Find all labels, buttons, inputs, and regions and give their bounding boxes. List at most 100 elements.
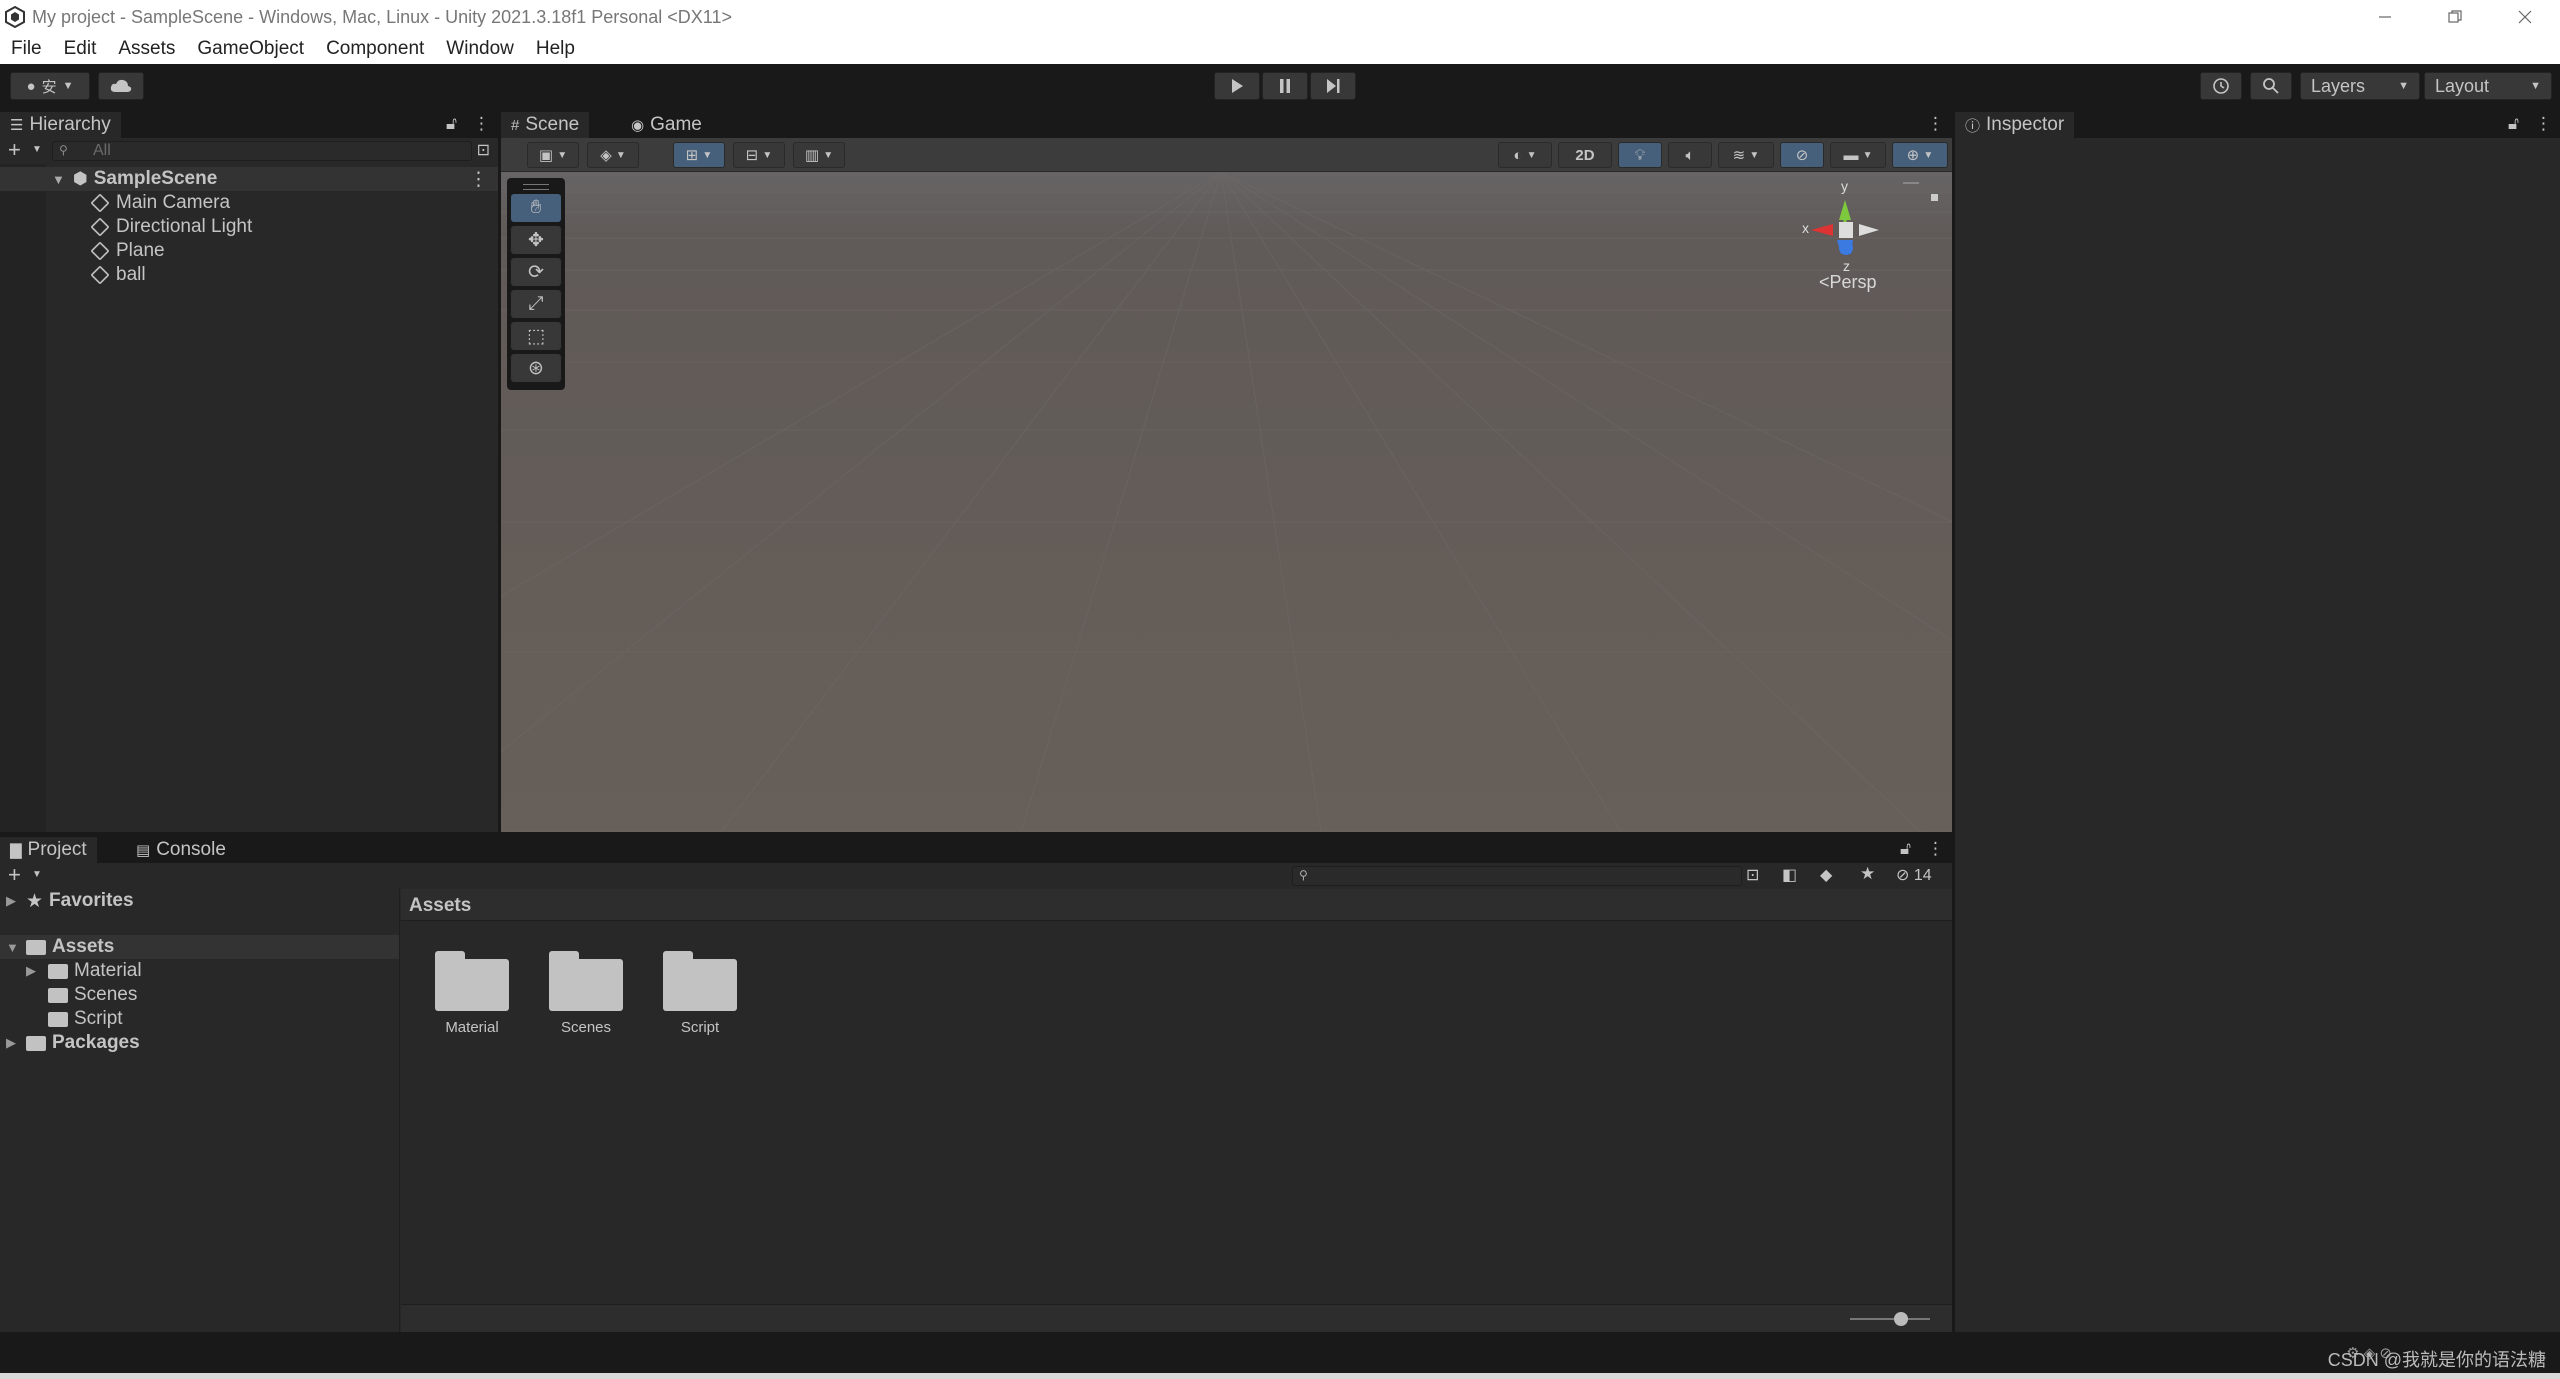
hierarchy-item-label: Plane [116, 240, 165, 261]
filter-type-icon[interactable]: ◧ [1782, 865, 1797, 885]
minimize-icon[interactable] [2350, 0, 2420, 34]
lighting-toggle[interactable]: 💡︎ [1618, 142, 1662, 168]
hierarchy-item[interactable]: Plane [0, 239, 498, 263]
rotate-tool-button[interactable]: ⟳ [511, 258, 561, 286]
slider-thumb[interactable] [1894, 1312, 1908, 1326]
kebab-menu-icon[interactable]: ⋮ [1927, 839, 1944, 859]
hierarchy-item[interactable]: ball [0, 263, 498, 287]
chevron-down-icon: ▼ [557, 149, 568, 161]
hierarchy-item[interactable]: Directional Light [0, 215, 498, 239]
play-button[interactable] [1214, 72, 1260, 100]
hierarchy-item[interactable]: Main Camera [0, 191, 498, 215]
scale-tool-button[interactable]: ⤢ [511, 290, 561, 318]
gizmos-dropdown[interactable]: ⊕ ▼ [1892, 142, 1948, 168]
tree-item-packages[interactable]: ▶ Packages [0, 1031, 399, 1055]
menu-gameobject[interactable]: GameObject [197, 38, 304, 60]
asset-folder-icon[interactable] [549, 951, 623, 1011]
tab-scene[interactable]: # Scene [501, 112, 590, 138]
label-icon[interactable]: ◆ [1820, 865, 1832, 885]
kebab-menu-icon[interactable]: ⋮ [473, 114, 490, 134]
camera-dropdown[interactable]: ▬ ▼ [1830, 142, 1886, 168]
drag-handle[interactable] [523, 184, 549, 190]
tab-console[interactable]: ▤ Console [126, 837, 236, 863]
ruler-dropdown[interactable]: ▥ ▼ [793, 142, 845, 168]
lock-icon[interactable]: 🔓︎ [446, 114, 457, 134]
move-tool-button[interactable]: ✥ [511, 226, 561, 254]
hidden-packages-toggle[interactable]: ⊘ 14 [1896, 865, 1932, 885]
kebab-menu-icon[interactable]: ⋮ [1927, 114, 1944, 134]
projection-toggle[interactable]: <Persp [1819, 272, 1877, 293]
tree-item-folder[interactable]: Scenes [0, 983, 399, 1007]
tab-game[interactable]: ◉ Game [621, 112, 712, 138]
move-icon: ✥ [528, 229, 544, 251]
orientation-gizmo[interactable]: y x z <Persp [1801, 178, 1941, 318]
breadcrumb-assets[interactable]: Assets [409, 895, 471, 917]
account-label: 安 [41, 78, 57, 96]
layout-dropdown[interactable]: Layout ▼ [2424, 72, 2552, 100]
hierarchy-search-input[interactable]: ⚲ All [52, 141, 472, 161]
star-icon[interactable]: ★ [1860, 864, 1875, 884]
snap-increment-dropdown[interactable]: ⊟ ▼ [733, 142, 785, 168]
kebab-menu-icon[interactable]: ⋮ [469, 168, 488, 191]
tab-inspector[interactable]: ⓘ Inspector [1955, 112, 2075, 138]
close-icon[interactable] [2490, 0, 2560, 34]
draw-mode-dropdown[interactable]: ▣ ▼ [527, 142, 579, 168]
menu-window[interactable]: Window [446, 38, 514, 60]
kebab-menu-icon[interactable]: ⋮ [2535, 114, 2552, 134]
scene-viewport[interactable]: ✋︎ ✥ ⟳ ⤢ ⬚ ⊛ y x z <Persp [501, 172, 1952, 832]
gameobject-icon [90, 193, 110, 213]
pause-button[interactable] [1262, 72, 1308, 100]
speaker-icon: 🔈︎ [1685, 146, 1695, 164]
grid-snap-dropdown[interactable]: ⊞ ▼ [673, 142, 725, 168]
asset-folder-label[interactable]: Scenes [531, 1019, 641, 1036]
account-icon: ● [26, 77, 36, 95]
asset-folder-icon[interactable] [435, 951, 509, 1011]
account-dropdown[interactable]: ● 安 ▼ [10, 72, 90, 100]
tab-project[interactable]: ▇ Project [0, 837, 97, 863]
tree-item-folder[interactable]: ▶ Material [0, 959, 399, 983]
rect-tool-button[interactable]: ⬚ [511, 322, 561, 350]
chevron-down-icon[interactable]: ▼ [32, 869, 42, 880]
search-options-icon[interactable]: ⊡ [477, 140, 490, 160]
unity-logo-icon [5, 6, 25, 28]
icon-size-slider[interactable] [1850, 1312, 1930, 1326]
tree-item-folder[interactable]: Script [0, 1007, 399, 1031]
asset-folder-label[interactable]: Script [645, 1019, 755, 1036]
visibility-toggle[interactable]: ⊘ [1780, 142, 1824, 168]
scene-grid [501, 172, 1952, 832]
hand-tool-button[interactable]: ✋︎ [511, 194, 561, 222]
menu-help[interactable]: Help [536, 38, 575, 60]
toggle-2d-button[interactable]: 2D [1558, 142, 1612, 168]
transform-tool-button[interactable]: ⊛ [511, 354, 561, 382]
effects-dropdown[interactable]: ≋ ▼ [1718, 142, 1774, 168]
search-options-icon[interactable]: ⊡ [1746, 865, 1759, 885]
chevron-down-icon[interactable]: ▼ [32, 144, 42, 155]
asset-folder-label[interactable]: Material [417, 1019, 527, 1036]
add-icon[interactable]: + [8, 138, 21, 162]
render-mode-dropdown[interactable]: ◐ ▼ [1498, 142, 1552, 168]
add-icon[interactable]: + [8, 863, 21, 887]
history-button[interactable] [2200, 72, 2242, 100]
lock-icon[interactable]: 🔓︎ [1900, 839, 1911, 859]
asset-folder-icon[interactable] [663, 951, 737, 1011]
layers-dropdown[interactable]: Layers ▼ [2300, 72, 2420, 100]
audio-toggle[interactable]: 🔈︎ [1668, 142, 1712, 168]
tree-item-assets[interactable]: ▼ Assets [0, 935, 399, 959]
sphere-icon: ◐ [1513, 146, 1523, 164]
tree-item-favorites[interactable]: ▶ ★ Favorites [0, 889, 399, 913]
project-search-input[interactable]: ⚲ [1292, 866, 1742, 886]
search-button[interactable] [2250, 72, 2292, 100]
menu-assets[interactable]: Assets [118, 38, 175, 60]
lock-icon[interactable]: 🔓︎ [2508, 114, 2519, 134]
hierarchy-scene-row[interactable]: ▼ ⬢ SampleScene ⋮ [0, 167, 498, 191]
cloud-button[interactable] [98, 72, 144, 100]
folder-icon: ▇ [10, 842, 22, 859]
tab-hierarchy[interactable]: ☰ Hierarchy [0, 112, 121, 138]
menu-component[interactable]: Component [326, 38, 424, 60]
menu-file[interactable]: File [11, 38, 42, 60]
projection-label: Persp [1829, 272, 1877, 292]
shading-dropdown[interactable]: ◈ ▼ [587, 142, 639, 168]
menu-edit[interactable]: Edit [64, 38, 97, 60]
restore-icon[interactable] [2420, 0, 2490, 34]
step-button[interactable] [1310, 72, 1356, 100]
